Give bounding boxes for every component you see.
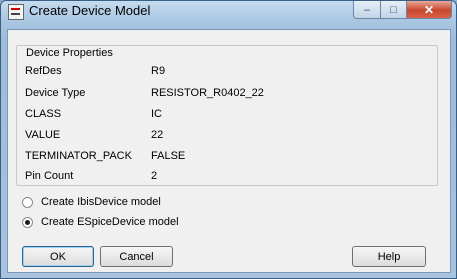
- option-label: Create ESpiceDevice model: [41, 216, 179, 228]
- close-button[interactable]: ✕: [407, 1, 452, 19]
- property-value: IC: [151, 108, 162, 120]
- caption-buttons: – □ ✕: [353, 1, 452, 19]
- property-key: RefDes: [25, 65, 62, 77]
- cancel-button[interactable]: Cancel: [100, 246, 173, 267]
- minimize-icon: –: [363, 3, 371, 16]
- radio-ibis-device[interactable]: [22, 196, 33, 208]
- close-icon: ✕: [423, 2, 435, 17]
- create-ibis-device-option[interactable]: Create IbisDevice model: [22, 195, 161, 209]
- dialog-client-area: Device Properties RefDes R9 Device Type …: [7, 29, 451, 273]
- device-properties-group: Device Properties RefDes R9 Device Type …: [16, 45, 438, 186]
- create-espice-device-option[interactable]: Create ESpiceDevice model: [22, 215, 179, 229]
- property-key: VALUE: [25, 129, 61, 141]
- property-value: R9: [151, 65, 166, 77]
- property-key: TERMINATOR_PACK: [25, 150, 132, 162]
- property-key: CLASS: [25, 108, 62, 120]
- property-key: Pin Count: [25, 170, 74, 182]
- property-value: FALSE: [151, 150, 186, 162]
- help-button-label: Help: [377, 250, 401, 263]
- property-value: 2: [151, 170, 158, 182]
- create-device-model-window: Create Device Model – □ ✕ Device Propert…: [0, 0, 457, 279]
- title-bar[interactable]: Create Device Model – □ ✕: [1, 1, 456, 23]
- property-value: RESISTOR_R0402_22: [151, 87, 264, 99]
- property-key: Device Type: [25, 87, 86, 99]
- help-button[interactable]: Help: [352, 246, 426, 267]
- app-icon: [8, 4, 24, 20]
- window-title: Create Device Model: [29, 3, 151, 18]
- device-properties-title: Device Properties: [24, 47, 115, 59]
- option-label: Create IbisDevice model: [41, 196, 161, 208]
- ok-button-label: OK: [50, 250, 66, 263]
- cancel-button-label: Cancel: [119, 250, 154, 263]
- minimize-button[interactable]: –: [353, 1, 381, 19]
- ok-button[interactable]: OK: [22, 246, 94, 267]
- radio-espice-device[interactable]: [22, 216, 33, 228]
- property-value: 22: [151, 129, 164, 141]
- maximize-icon: □: [390, 3, 397, 16]
- maximize-button[interactable]: □: [381, 1, 407, 19]
